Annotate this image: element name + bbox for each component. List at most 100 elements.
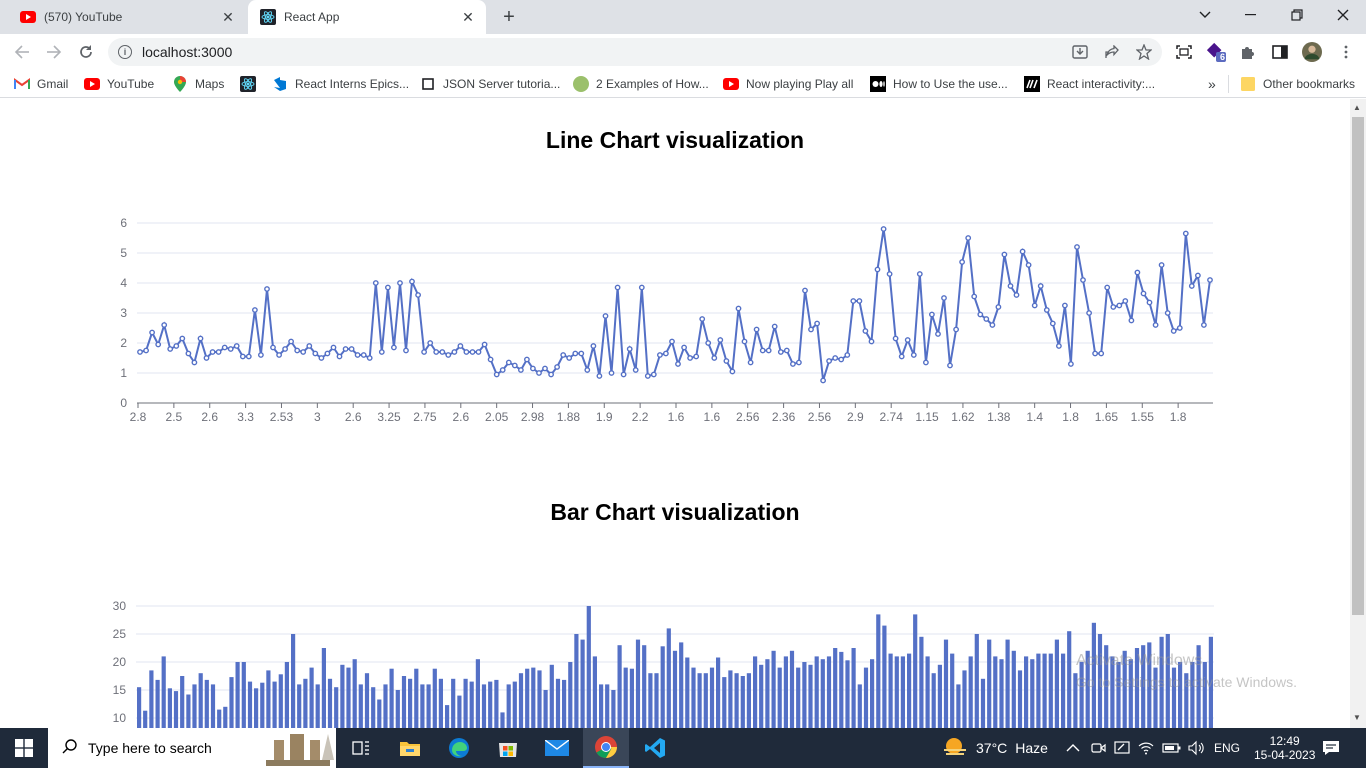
- data-point: [657, 352, 663, 358]
- extensions-puzzle-icon[interactable]: [1238, 42, 1258, 62]
- activate-windows-watermark: Activate Windows Go to Settings to activ…: [1076, 652, 1297, 690]
- scroll-down-icon[interactable]: ▼: [1353, 713, 1361, 722]
- close-tab-icon[interactable]: ✕: [218, 7, 238, 27]
- bookmark-gmail[interactable]: Gmail: [14, 76, 68, 92]
- forward-icon[interactable]: [42, 40, 66, 64]
- page-scrollbar[interactable]: ▲ ▼: [1350, 99, 1366, 728]
- close-tab-icon[interactable]: ✕: [458, 7, 478, 27]
- site-info-icon[interactable]: i: [118, 45, 132, 59]
- bar: [180, 676, 185, 728]
- bar: [666, 628, 671, 728]
- data-point: [251, 307, 258, 313]
- battery-icon[interactable]: [1162, 742, 1182, 754]
- tab-search-icon[interactable]: [1192, 4, 1218, 26]
- data-point: [753, 326, 760, 333]
- bar: [401, 676, 407, 728]
- tab-react-app[interactable]: React App ✕: [248, 0, 486, 34]
- bar: [919, 636, 924, 728]
- back-icon[interactable]: [10, 40, 34, 64]
- task-view-icon[interactable]: [338, 728, 384, 768]
- bar: [623, 667, 628, 728]
- reload-icon[interactable]: [74, 40, 98, 64]
- data-point: [239, 353, 246, 360]
- mail-icon[interactable]: [534, 728, 580, 768]
- microsoft-store-icon[interactable]: [485, 728, 531, 768]
- bookmark-youtube[interactable]: YouTube: [84, 76, 154, 92]
- bar: [408, 678, 413, 728]
- data-point: [505, 359, 512, 366]
- edge-icon[interactable]: [436, 728, 482, 768]
- x-tick-label: 1.62: [951, 410, 975, 424]
- data-point: [935, 331, 941, 337]
- chrome-taskbar-icon[interactable]: [583, 728, 629, 768]
- minimize-icon[interactable]: [1238, 4, 1264, 26]
- new-tab-button[interactable]: +: [498, 6, 520, 28]
- data-point: [1104, 284, 1111, 291]
- bar: [217, 709, 222, 728]
- data-point: [590, 343, 597, 349]
- bookmark-star-icon[interactable]: [1134, 42, 1154, 62]
- bookmark-react-interactivity[interactable]: React interactivity:...: [1024, 76, 1155, 92]
- data-point: [1201, 322, 1207, 328]
- start-button[interactable]: [0, 728, 48, 768]
- vscode-icon[interactable]: [632, 728, 678, 768]
- wifi-icon[interactable]: [1138, 741, 1154, 755]
- data-point: [427, 340, 434, 346]
- bookmark-2-examples[interactable]: 2 Examples of How...: [573, 76, 709, 92]
- bookmark-json-server[interactable]: JSON Server tutoria...: [420, 76, 560, 92]
- data-point: [729, 368, 736, 375]
- y-tick-label: 6: [120, 216, 127, 230]
- bar: [679, 642, 684, 728]
- bookmark-react-interns-epics[interactable]: React Interns Epics...: [272, 76, 409, 92]
- language-indicator[interactable]: ENG: [1214, 741, 1240, 755]
- bookmarks-overflow-button[interactable]: »: [1208, 76, 1216, 92]
- data-point: [312, 350, 319, 357]
- file-explorer-icon[interactable]: [387, 728, 433, 768]
- screen-capture-icon[interactable]: [1174, 42, 1194, 62]
- other-bookmarks-folder[interactable]: Other bookmarks: [1240, 76, 1355, 92]
- data-point: [451, 349, 458, 355]
- close-window-icon[interactable]: [1330, 4, 1356, 26]
- extension-badge-icon[interactable]: 6: [1206, 42, 1226, 62]
- address-bar[interactable]: i localhost:3000: [108, 38, 1162, 66]
- bar: [420, 684, 425, 728]
- bookmark-maps[interactable]: Maps: [172, 76, 224, 92]
- data-point: [941, 295, 947, 301]
- side-panel-icon[interactable]: [1270, 42, 1290, 62]
- y-tick-label: 2: [120, 336, 127, 350]
- restore-icon[interactable]: [1284, 4, 1310, 26]
- chevron-up-icon[interactable]: [1066, 743, 1080, 753]
- bar: [377, 699, 382, 728]
- data-point: [711, 355, 718, 361]
- bookmark-how-to-use[interactable]: How to Use the use...: [870, 76, 1008, 92]
- data-point: [614, 284, 621, 291]
- scroll-up-icon[interactable]: ▲: [1353, 103, 1361, 112]
- data-point: [300, 349, 307, 355]
- data-point: [608, 370, 615, 376]
- bar: [580, 639, 585, 728]
- share-icon[interactable]: [1102, 42, 1122, 62]
- pen-workspace-icon[interactable]: [1114, 740, 1130, 756]
- volume-icon[interactable]: [1188, 740, 1206, 756]
- bar: [814, 656, 819, 728]
- bar: [186, 694, 191, 728]
- scrollbar-thumb[interactable]: [1352, 117, 1364, 615]
- bar: [820, 659, 825, 728]
- data-point: [390, 344, 397, 351]
- tab-youtube[interactable]: (570) YouTube ✕: [8, 0, 246, 34]
- taskbar-search[interactable]: Type here to search: [48, 728, 336, 768]
- notifications-icon[interactable]: [1322, 728, 1340, 768]
- weather-widget[interactable]: 37°C Haze: [942, 728, 1048, 768]
- bar: [802, 662, 807, 728]
- menu-kebab-icon[interactable]: [1336, 42, 1356, 62]
- profile-avatar[interactable]: [1302, 42, 1322, 62]
- url-text[interactable]: localhost:3000: [142, 44, 232, 60]
- bar: [845, 660, 850, 728]
- bookmark-now-playing[interactable]: Now playing Play all: [723, 76, 853, 92]
- install-app-icon[interactable]: [1070, 42, 1090, 62]
- meet-now-icon[interactable]: [1090, 740, 1106, 756]
- data-point: [929, 311, 935, 318]
- data-point: [705, 340, 712, 346]
- clock[interactable]: 12:49 15-04-2023: [1254, 728, 1315, 768]
- bookmark-react[interactable]: [240, 76, 263, 92]
